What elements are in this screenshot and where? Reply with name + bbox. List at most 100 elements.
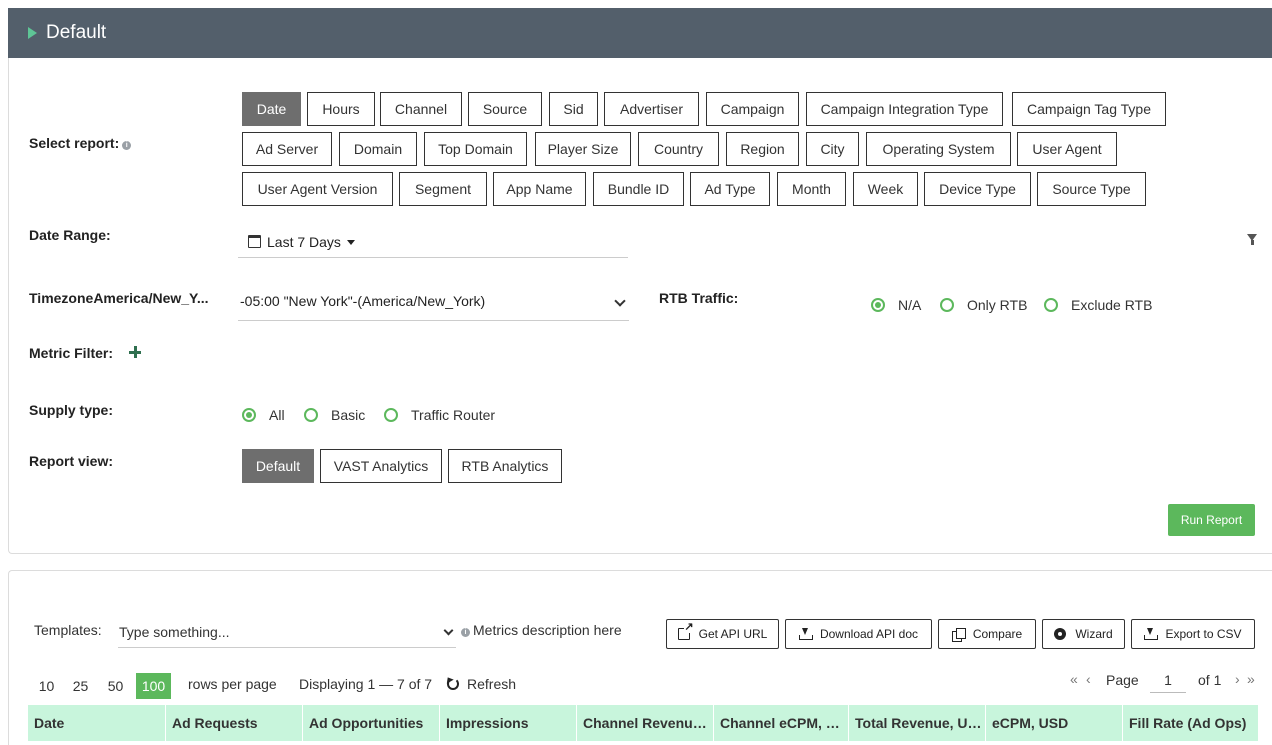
radio-label: Basic [331, 407, 366, 423]
chip-user-agent[interactable]: User Agent [1017, 132, 1117, 166]
date-range-picker[interactable]: Last 7 Days [238, 228, 628, 258]
column-header[interactable]: Channel Revenue, USD [576, 705, 713, 741]
filter-icon[interactable] [1247, 234, 1257, 245]
chip-bundle-id[interactable]: Bundle ID [593, 172, 684, 206]
add-metric-filter-icon[interactable] [129, 346, 141, 358]
radio-unselected-icon [1044, 298, 1058, 312]
column-header[interactable]: Date [28, 705, 165, 741]
page-of-label: of 1 [1198, 672, 1222, 688]
get-api-url-button[interactable]: Get API URL [666, 619, 779, 649]
page-size-10[interactable]: 10 [34, 673, 59, 699]
report-view-label: Report view: [29, 453, 114, 469]
metrics-description-link[interactable]: i Metrics description here [461, 622, 622, 638]
first-page-icon[interactable]: « [1070, 671, 1078, 687]
chip-operating-system[interactable]: Operating System [866, 132, 1011, 166]
templates-input[interactable]: Type something... [118, 617, 456, 648]
page-size-100[interactable]: 100 [136, 673, 171, 699]
column-header[interactable]: Channel eCPM, USD [713, 705, 848, 741]
chip-city[interactable]: City [806, 132, 859, 166]
panel-header[interactable]: Default [8, 8, 1272, 58]
chip-segment[interactable]: Segment [399, 172, 487, 206]
radio-supply-traffic-router[interactable]: Traffic Router [384, 407, 495, 423]
page-size-25[interactable]: 25 [68, 673, 93, 699]
chip-source[interactable]: Source [468, 92, 542, 126]
chip-hours[interactable]: Hours [307, 92, 375, 126]
view-vast-analytics-button[interactable]: VAST Analytics [320, 449, 442, 483]
chip-device-type[interactable]: Device Type [924, 172, 1031, 206]
radio-rtb-na[interactable]: N/A [871, 297, 921, 313]
radio-selected-icon [242, 408, 256, 422]
column-header[interactable]: eCPM, USD [985, 705, 1122, 741]
next-page-icon[interactable]: › [1235, 671, 1240, 687]
view-default-button[interactable]: Default [242, 449, 314, 483]
radio-rtb-exclude[interactable]: Exclude RTB [1044, 297, 1152, 313]
radio-label: Only RTB [967, 297, 1028, 313]
download-api-doc-button[interactable]: Download API doc [785, 619, 932, 649]
date-range-label: Date Range: [29, 227, 111, 243]
radio-label: N/A [898, 297, 922, 313]
radio-supply-all[interactable]: All [242, 407, 285, 423]
prev-page-icon[interactable]: ‹ [1086, 671, 1091, 687]
gear-icon [1054, 628, 1067, 640]
chip-ad-type[interactable]: Ad Type [690, 172, 770, 206]
chip-campaign-tag-type[interactable]: Campaign Tag Type [1012, 92, 1166, 126]
export-csv-button[interactable]: Export to CSV [1131, 619, 1255, 649]
radio-unselected-icon [940, 298, 954, 312]
wizard-label: Wizard [1075, 627, 1113, 641]
rows-per-page-label: rows per page [188, 676, 277, 692]
column-header[interactable]: Fill Rate (Ad Ops) [1122, 705, 1258, 741]
radio-label: Exclude RTB [1071, 297, 1153, 313]
compare-button[interactable]: Compare [938, 619, 1036, 649]
select-report-label: Select report: i [29, 135, 132, 151]
chevron-down-icon [614, 295, 626, 307]
column-header[interactable]: Total Revenue, USD [848, 705, 985, 741]
templates-placeholder: Type something... [119, 624, 230, 640]
metrics-description-text: Metrics description here [473, 622, 622, 638]
page-size-50[interactable]: 50 [103, 673, 128, 699]
chip-ad-server[interactable]: Ad Server [242, 132, 332, 166]
column-header[interactable]: Impressions [439, 705, 576, 741]
run-report-button[interactable]: Run Report [1168, 504, 1255, 536]
select-report-label-text: Select report: [29, 135, 120, 151]
info-icon: i [461, 628, 470, 637]
column-header[interactable]: Ad Opportunities [302, 705, 439, 741]
chip-player-size[interactable]: Player Size [535, 132, 631, 166]
column-header[interactable]: Ad Requests [165, 705, 302, 741]
chip-country[interactable]: Country [638, 132, 719, 166]
chip-app-name[interactable]: App Name [493, 172, 586, 206]
date-range-value: Last 7 Days [267, 234, 355, 250]
panel-title: Default [46, 22, 107, 43]
metric-filter-label: Metric Filter: [29, 345, 114, 361]
radio-unselected-icon [304, 408, 318, 422]
wizard-button[interactable]: Wizard [1042, 619, 1125, 649]
chip-campaign[interactable]: Campaign [706, 92, 799, 126]
expand-arrow-icon[interactable] [28, 27, 37, 39]
chip-advertiser[interactable]: Advertiser [604, 92, 699, 126]
page-number-input[interactable]: 1 [1150, 667, 1186, 693]
date-range-value-text: Last 7 Days [267, 234, 341, 250]
copy-icon [951, 628, 966, 642]
chip-sid[interactable]: Sid [549, 92, 598, 126]
chip-source-type[interactable]: Source Type [1037, 172, 1146, 206]
last-page-icon[interactable]: » [1247, 671, 1255, 687]
chip-top-domain[interactable]: Top Domain [424, 132, 527, 166]
radio-supply-basic[interactable]: Basic [304, 407, 365, 423]
timezone-select[interactable]: -05:00 "New York"-(America/New_York) [238, 285, 629, 321]
caret-down-icon [346, 240, 355, 245]
chip-campaign-integration-type[interactable]: Campaign Integration Type [806, 92, 1003, 126]
rtb-traffic-label: RTB Traffic: [659, 290, 739, 306]
radio-rtb-only[interactable]: Only RTB [940, 297, 1027, 313]
chip-month[interactable]: Month [777, 172, 846, 206]
chip-user-agent-version[interactable]: User Agent Version [242, 172, 393, 206]
timezone-label: TimezoneAmerica/New_Y... [29, 290, 209, 306]
templates-label: Templates: [34, 622, 102, 638]
chip-channel[interactable]: Channel [380, 92, 462, 126]
view-rtb-analytics-button[interactable]: RTB Analytics [448, 449, 562, 483]
chevron-down-icon [443, 625, 454, 636]
chip-week[interactable]: Week [853, 172, 918, 206]
refresh-icon[interactable] [447, 678, 459, 690]
chip-date[interactable]: Date [242, 92, 301, 126]
chip-domain[interactable]: Domain [339, 132, 417, 166]
refresh-link[interactable]: Refresh [467, 676, 516, 692]
chip-region[interactable]: Region [726, 132, 799, 166]
